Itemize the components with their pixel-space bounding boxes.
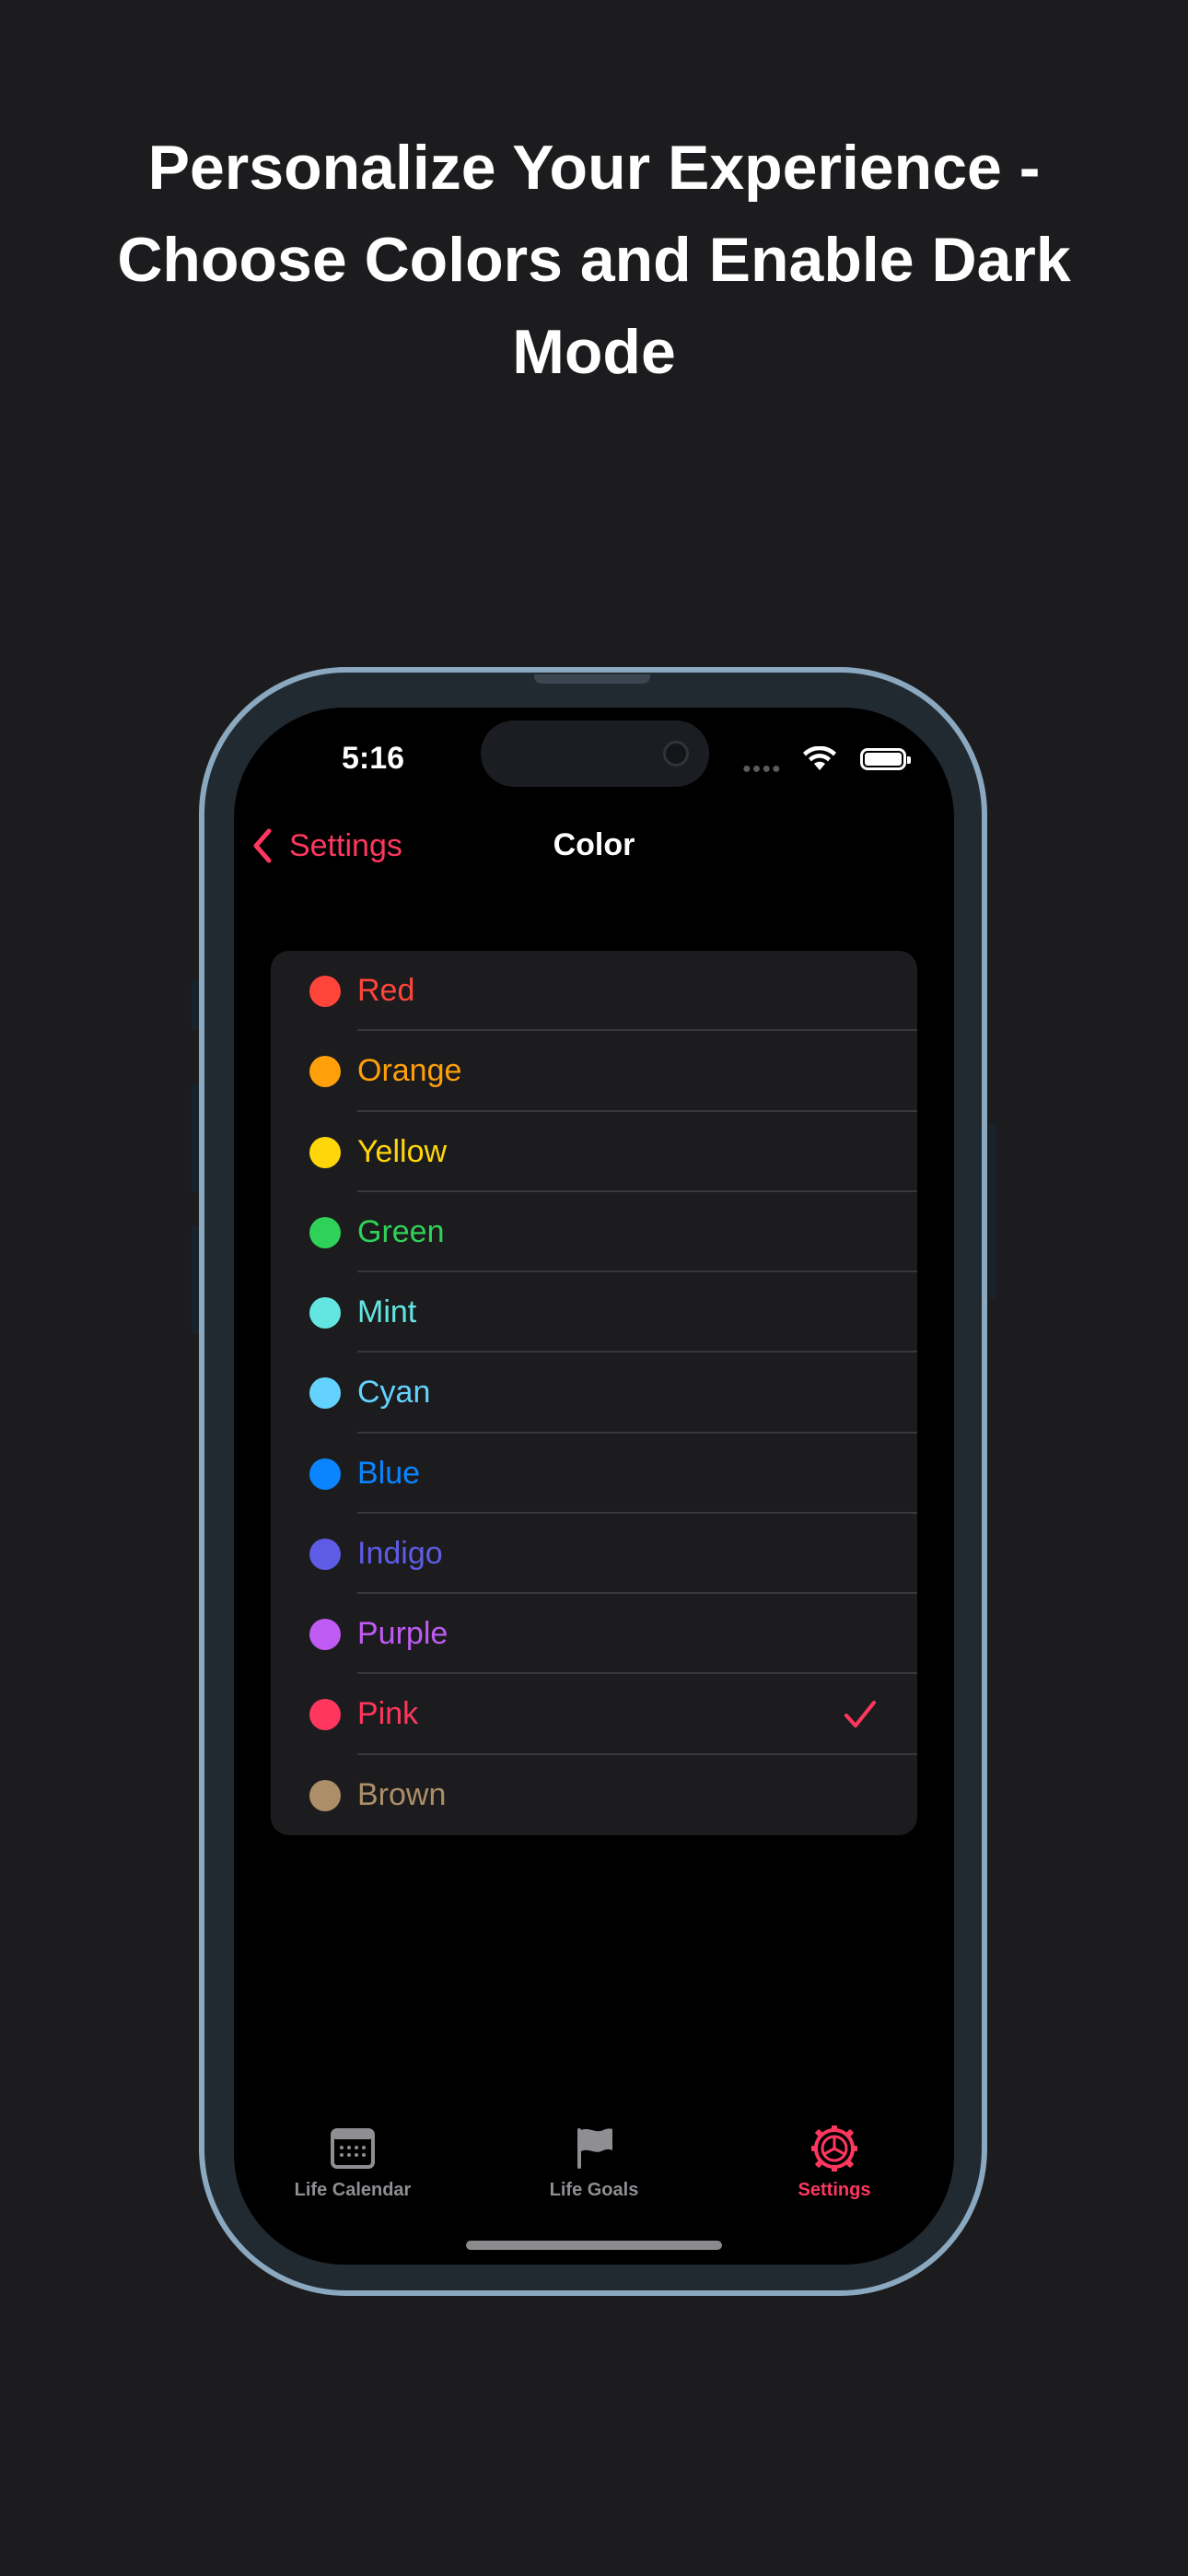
phone-volume-down-button: [192, 1225, 199, 1334]
tab-bar: Life Calendar Life Goals Settings: [234, 2123, 954, 2206]
calendar-icon: [327, 2123, 379, 2174]
color-option-pink[interactable]: Pink: [271, 1674, 917, 1755]
phone-speaker: [534, 674, 650, 684]
color-option-label: Cyan: [357, 1375, 431, 1411]
color-option-indigo[interactable]: Indigo: [271, 1514, 917, 1595]
tab-label: Life Goals: [549, 2180, 639, 2200]
cellular-signal-icon: ●●●●: [742, 761, 782, 777]
color-option-brown[interactable]: Brown: [271, 1755, 917, 1835]
color-option-label: Orange: [357, 1053, 462, 1089]
color-swatch: [309, 1458, 341, 1490]
flag-icon: [568, 2123, 620, 2174]
color-swatch: [309, 1538, 341, 1570]
home-indicator[interactable]: [466, 2241, 722, 2250]
tab-label: Life Calendar: [294, 2180, 412, 2200]
promo-headline: Personalize Your Experience - Choose Col…: [117, 133, 1071, 387]
color-option-label: Mint: [357, 1294, 417, 1330]
dynamic-island: [481, 720, 709, 787]
color-option-label: Indigo: [357, 1535, 443, 1571]
color-list: Red Orange Yellow Green Mint Cyan Blue Indigo Pu…: [271, 951, 917, 1835]
tab-life-calendar[interactable]: Life Calendar: [261, 2123, 445, 2201]
status-time: 5:16: [341, 741, 405, 776]
color-option-label: Purple: [357, 1616, 448, 1652]
color-swatch: [309, 1136, 341, 1168]
color-option-label: Blue: [357, 1455, 421, 1491]
phone-screen: 5:16 ●●●● Settings Color Red Orange Yellow…: [234, 708, 954, 2265]
color-option-yellow[interactable]: Yellow: [271, 1112, 917, 1192]
tab-label: Settings: [798, 2180, 871, 2200]
color-swatch: [309, 1377, 341, 1410]
color-option-red[interactable]: Red: [271, 951, 917, 1032]
color-option-label: Pink: [357, 1696, 419, 1732]
color-option-green[interactable]: Green: [271, 1192, 917, 1273]
color-option-purple[interactable]: Purple: [271, 1594, 917, 1675]
color-option-mint[interactable]: Mint: [271, 1272, 917, 1353]
color-option-label: Green: [357, 1213, 445, 1249]
checkmark-icon: [844, 1701, 876, 1728]
wifi-icon: [803, 746, 836, 770]
color-option-blue[interactable]: Blue: [271, 1434, 917, 1514]
color-swatch: [309, 976, 341, 1007]
phone-volume-up-button: [192, 1083, 199, 1192]
color-swatch: [309, 1297, 341, 1329]
color-option-label: Yellow: [357, 1133, 448, 1169]
page-title: Color: [553, 827, 635, 862]
phone-action-button: [192, 980, 199, 1030]
color-swatch: [309, 1779, 341, 1811]
gear-icon: [809, 2123, 860, 2174]
color-option-label: Brown: [357, 1776, 447, 1812]
tab-life-goals[interactable]: Life Goals: [502, 2123, 686, 2201]
phone-power-button: [989, 1124, 996, 1299]
color-swatch: [309, 1056, 341, 1088]
tab-settings[interactable]: Settings: [742, 2123, 926, 2201]
battery-icon: [860, 748, 911, 770]
color-swatch: [309, 1619, 341, 1651]
color-option-label: Red: [357, 973, 415, 1008]
color-swatch: [309, 1216, 341, 1248]
color-swatch: [309, 1699, 341, 1731]
camera-icon: [663, 741, 689, 767]
color-option-cyan[interactable]: Cyan: [271, 1352, 917, 1434]
color-option-orange[interactable]: Orange: [271, 1031, 917, 1112]
